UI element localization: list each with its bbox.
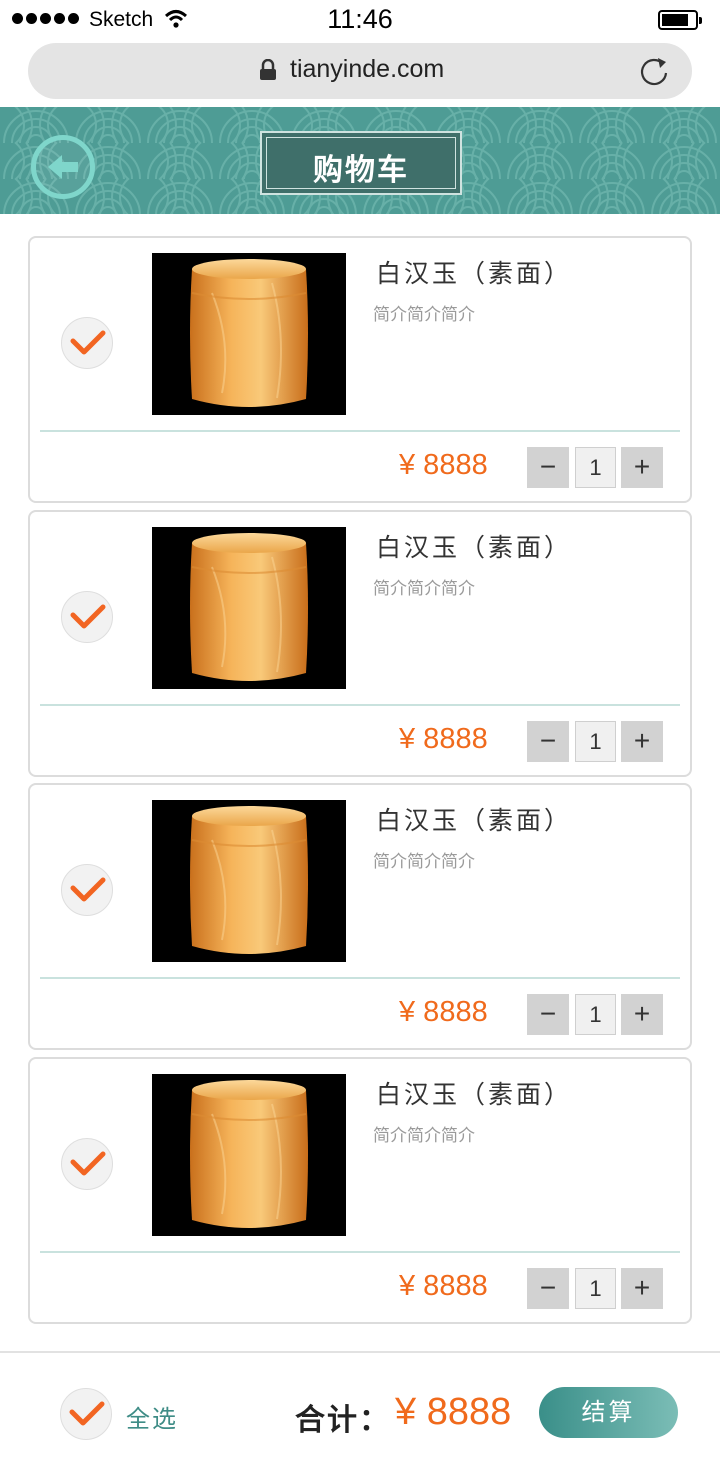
increase-quantity-button[interactable]: + <box>621 447 663 488</box>
page-header: 购物车 <box>0 107 720 214</box>
address-bar[interactable]: tianyinde.com <box>28 43 692 99</box>
arrow-left-icon <box>48 155 78 179</box>
total-label: 合计： <box>295 1403 391 1438</box>
cart-item: 白汉玉（素面） 简介简介简介 ¥ 8888 − 1 + <box>28 236 692 503</box>
decrease-quantity-button[interactable]: − <box>527 447 569 488</box>
decrease-quantity-button[interactable]: − <box>527 994 569 1035</box>
product-name[interactable]: 白汉玉（素面） <box>376 801 572 837</box>
increase-quantity-button[interactable]: + <box>621 721 663 762</box>
product-description: 简介简介简介 <box>373 1126 475 1146</box>
checkout-bar: 全选 合计： ¥ 8888 结算 <box>0 1351 720 1484</box>
page-title-box: 购物车 <box>260 131 462 195</box>
reload-icon[interactable] <box>636 53 672 89</box>
quantity-field[interactable]: 1 <box>575 721 616 762</box>
divider <box>40 1251 680 1253</box>
product-price: ¥ 8888 <box>399 723 488 755</box>
page-title: 购物车 <box>313 153 409 188</box>
cart-item: 白汉玉（素面） 简介简介简介 ¥ 8888 − 1 + <box>28 1057 692 1324</box>
checkmark-icon <box>69 1401 105 1426</box>
clock: 11:46 <box>327 4 393 34</box>
divider <box>40 704 680 706</box>
lock-icon <box>260 59 276 80</box>
total-amount: ¥ 8888 <box>395 1391 512 1433</box>
product-name[interactable]: 白汉玉（素面） <box>376 1075 572 1111</box>
quantity-field[interactable]: 1 <box>575 1268 616 1309</box>
product-name[interactable]: 白汉玉（素面） <box>376 254 572 290</box>
status-bar: Sketch 11:46 <box>0 0 720 42</box>
product-image[interactable] <box>152 253 346 415</box>
select-all-label[interactable]: 全选 <box>126 1399 178 1434</box>
decrease-quantity-button[interactable]: − <box>527 721 569 762</box>
product-name[interactable]: 白汉玉（素面） <box>376 528 572 564</box>
checkmark-icon <box>70 330 106 355</box>
product-description: 简介简介简介 <box>373 579 475 599</box>
cart-item: 白汉玉（素面） 简介简介简介 ¥ 8888 − 1 + <box>28 783 692 1050</box>
product-image[interactable] <box>152 1074 346 1236</box>
back-button[interactable] <box>31 135 95 199</box>
increase-quantity-button[interactable]: + <box>621 994 663 1035</box>
quantity-field[interactable]: 1 <box>575 447 616 488</box>
product-description: 简介简介简介 <box>373 852 475 872</box>
item-checkbox[interactable] <box>61 1138 113 1190</box>
product-price: ¥ 8888 <box>399 1270 488 1302</box>
cart-item: 白汉玉（素面） 简介简介简介 ¥ 8888 − 1 + <box>28 510 692 777</box>
product-image[interactable] <box>152 800 346 962</box>
product-image[interactable] <box>152 527 346 689</box>
checkmark-icon <box>70 604 106 629</box>
checkmark-icon <box>70 877 106 902</box>
increase-quantity-button[interactable]: + <box>621 1268 663 1309</box>
item-checkbox[interactable] <box>61 591 113 643</box>
product-price: ¥ 8888 <box>399 996 488 1028</box>
checkmark-icon <box>70 1151 106 1176</box>
divider <box>40 977 680 979</box>
checkout-button[interactable]: 结算 <box>539 1387 678 1438</box>
url-text: tianyinde.com <box>290 55 445 83</box>
quantity-field[interactable]: 1 <box>575 994 616 1035</box>
battery-icon <box>658 10 702 30</box>
product-description: 简介简介简介 <box>373 305 475 325</box>
product-price: ¥ 8888 <box>399 449 488 481</box>
decrease-quantity-button[interactable]: − <box>527 1268 569 1309</box>
item-checkbox[interactable] <box>61 864 113 916</box>
select-all-checkbox[interactable] <box>60 1388 112 1440</box>
divider <box>40 430 680 432</box>
item-checkbox[interactable] <box>61 317 113 369</box>
